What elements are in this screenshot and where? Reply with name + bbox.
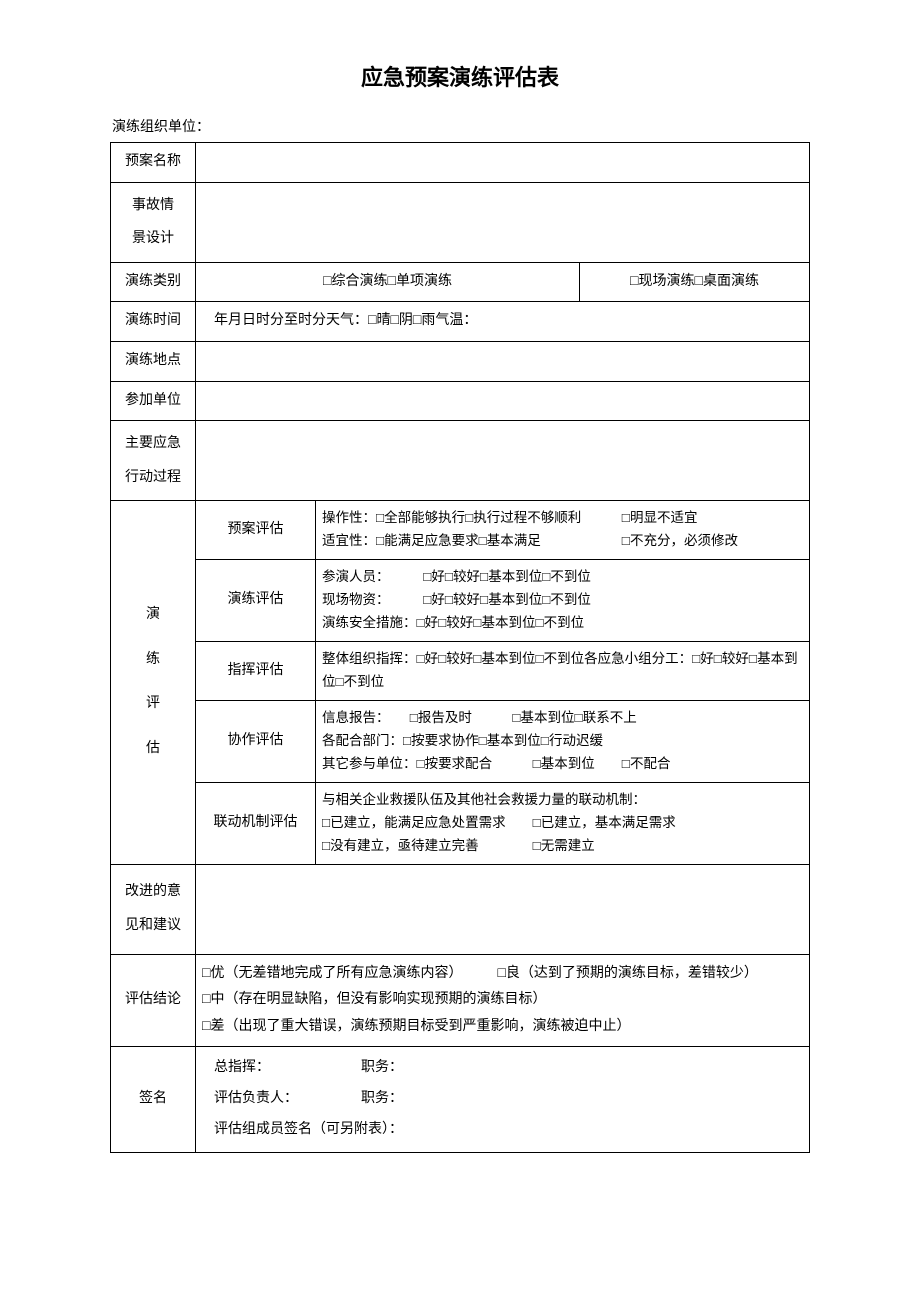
conclusion-label: 评估结论 [111, 954, 196, 1047]
eval-drill-content: 参演人员： □好□较好□基本到位□不到位 现场物资： □好□较好□基本到位□不到… [316, 560, 810, 642]
time-label: 演练时间 [111, 302, 196, 342]
improve-row: 改进的意 见和建议 [111, 864, 810, 954]
eval-drill-label: 演练评估 [196, 560, 316, 642]
eval-command-label: 指挥评估 [196, 642, 316, 701]
eval-drill-row: 演练评估 参演人员： □好□较好□基本到位□不到位 现场物资： □好□较好□基本… [111, 560, 810, 642]
signature-label: 签名 [111, 1047, 196, 1152]
plan-name-label: 预案名称 [111, 143, 196, 183]
units-label: 参加单位 [111, 381, 196, 421]
eval-command-content: 整体组织指挥：□好□较好□基本到位□不到位各应急小组分工：□好□较好□基本到位□… [316, 642, 810, 701]
scenario-row: 事故情 景设计 [111, 182, 810, 262]
eval-plan-content: 操作性：□全部能够执行□执行过程不够顺利 □明显不适宜 适宜性：□能满足应急要求… [316, 501, 810, 560]
category-option-a: □综合演练□单项演练 [196, 262, 580, 302]
location-row: 演练地点 [111, 341, 810, 381]
plan-name-row: 预案名称 [111, 143, 810, 183]
eval-command-row: 指挥评估 整体组织指挥：□好□较好□基本到位□不到位各应急小组分工：□好□较好□… [111, 642, 810, 701]
conclusion-row: 评估结论 □优（无差错地完成了所有应急演练内容） □良（达到了预期的演练目标，差… [111, 954, 810, 1047]
eval-coop-row: 协作评估 信息报告： □报告及时 □基本到位□联系不上 各配合部门：□按要求协作… [111, 700, 810, 782]
time-row: 演练时间 年月日时分至时分天气：□晴□阴□雨气温： [111, 302, 810, 342]
improve-label: 改进的意 见和建议 [111, 864, 196, 954]
eval-plan-row: 演 练 评 估 预案评估 操作性：□全部能够执行□执行过程不够顺利 □明显不适宜… [111, 501, 810, 560]
org-unit-label: 演练组织单位： [110, 116, 810, 136]
category-row: 演练类别 □综合演练□单项演练 □现场演练□桌面演练 [111, 262, 810, 302]
scenario-value [196, 182, 810, 262]
eval-link-content: 与相关企业救援队伍及其他社会救援力量的联动机制： □已建立，能满足应急处置需求 … [316, 782, 810, 864]
scenario-label: 事故情 景设计 [111, 182, 196, 262]
eval-coop-label: 协作评估 [196, 700, 316, 782]
units-row: 参加单位 [111, 381, 810, 421]
eval-link-row: 联动机制评估 与相关企业救援队伍及其他社会救援力量的联动机制： □已建立，能满足… [111, 782, 810, 864]
process-row: 主要应急 行动过程 [111, 421, 810, 501]
conclusion-content: □优（无差错地完成了所有应急演练内容） □良（达到了预期的演练目标，差错较少） … [196, 954, 810, 1047]
eval-coop-content: 信息报告： □报告及时 □基本到位□联系不上 各配合部门：□按要求协作□基本到位… [316, 700, 810, 782]
category-option-b: □现场演练□桌面演练 [579, 262, 809, 302]
improve-value [196, 864, 810, 954]
process-label: 主要应急 行动过程 [111, 421, 196, 501]
location-value [196, 341, 810, 381]
location-label: 演练地点 [111, 341, 196, 381]
eval-link-label: 联动机制评估 [196, 782, 316, 864]
document-title: 应急预案演练评估表 [110, 60, 810, 92]
signature-row: 签名 总指挥： 职务： 评估负责人： 职务： 评估组成员签名（可另附表）： [111, 1047, 810, 1152]
process-value [196, 421, 810, 501]
units-value [196, 381, 810, 421]
category-label: 演练类别 [111, 262, 196, 302]
evaluation-form-table: 预案名称 事故情 景设计 演练类别 □综合演练□单项演练 □现场演练□桌面演练 … [110, 142, 810, 1153]
evaluation-label: 演 练 评 估 [111, 501, 196, 864]
time-value: 年月日时分至时分天气：□晴□阴□雨气温： [196, 302, 810, 342]
eval-plan-label: 预案评估 [196, 501, 316, 560]
plan-name-value [196, 143, 810, 183]
signature-content: 总指挥： 职务： 评估负责人： 职务： 评估组成员签名（可另附表）： [196, 1047, 810, 1152]
